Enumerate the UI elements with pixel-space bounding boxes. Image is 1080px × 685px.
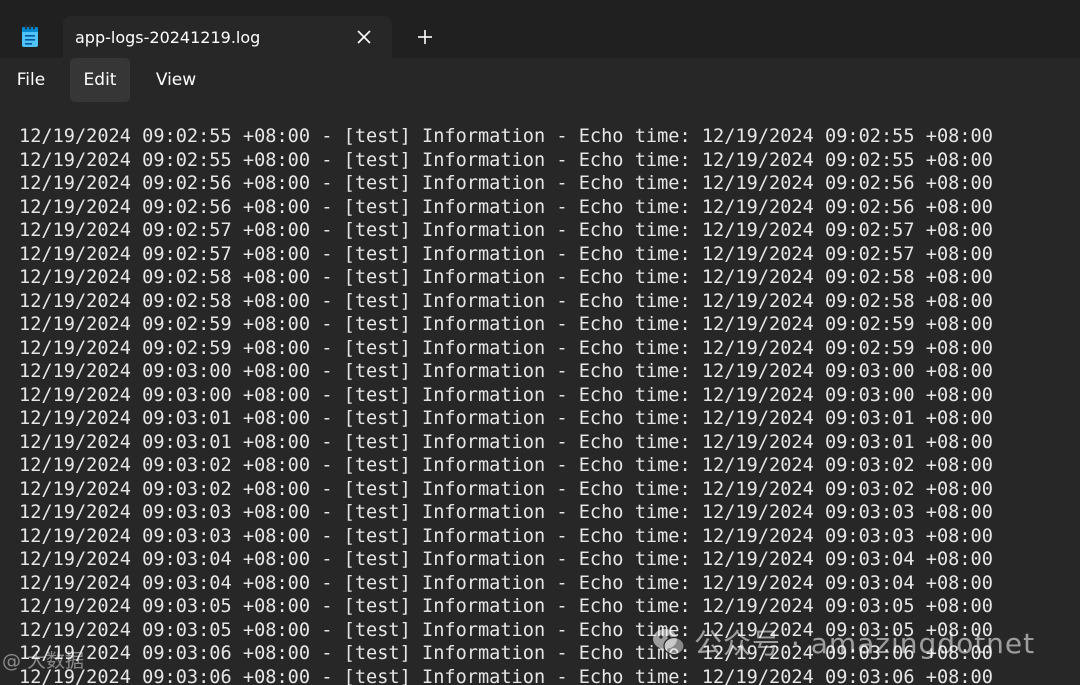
plus-icon[interactable] (414, 26, 436, 48)
log-line: 12/19/2024 09:03:04 +08:00 - [test] Info… (19, 549, 993, 570)
log-line: 12/19/2024 09:03:05 +08:00 - [test] Info… (19, 619, 993, 641)
log-line: 12/19/2024 09:02:59 +08:00 - [test] Info… (19, 314, 993, 335)
log-line: 12/19/2024 09:02:55 +08:00 - [test] Info… (19, 149, 993, 171)
log-line: 12/19/2024 09:03:03 +08:00 - [test] Info… (19, 525, 993, 547)
log-lines: 12/19/2024 09:02:55 +08:00 - [test] Info… (19, 125, 993, 685)
log-line: 12/19/2024 09:02:59 +08:00 - [test] Info… (19, 337, 993, 359)
menu-view[interactable]: View (144, 58, 208, 102)
text-editor[interactable]: 12/19/2024 09:02:55 +08:00 - [test] Info… (0, 104, 1080, 685)
log-line: 12/19/2024 09:03:04 +08:00 - [test] Info… (19, 572, 993, 594)
log-line: 12/19/2024 09:03:00 +08:00 - [test] Info… (19, 361, 993, 382)
log-line: 12/19/2024 09:03:06 +08:00 - [test] Info… (19, 666, 993, 685)
menu-bar: File Edit View (0, 58, 1080, 104)
tab-title: app-logs-20241219.log (75, 28, 261, 47)
log-line: 12/19/2024 09:02:57 +08:00 - [test] Info… (19, 243, 993, 265)
log-line: 12/19/2024 09:02:58 +08:00 - [test] Info… (19, 290, 993, 312)
log-line: 12/19/2024 09:02:58 +08:00 - [test] Info… (19, 267, 993, 288)
log-line: 12/19/2024 09:03:01 +08:00 - [test] Info… (19, 431, 993, 453)
log-line: 12/19/2024 09:02:56 +08:00 - [test] Info… (19, 173, 993, 194)
close-icon[interactable] (353, 26, 375, 48)
menu-file[interactable]: File (8, 58, 54, 102)
title-bar: app-logs-20241219.log (0, 0, 1080, 58)
menu-edit[interactable]: Edit (70, 58, 130, 102)
log-line: 12/19/2024 09:03:00 +08:00 - [test] Info… (19, 384, 993, 406)
log-line: 12/19/2024 09:03:02 +08:00 - [test] Info… (19, 455, 993, 476)
log-line: 12/19/2024 09:03:06 +08:00 - [test] Info… (19, 643, 993, 664)
log-line: 12/19/2024 09:02:56 +08:00 - [test] Info… (19, 196, 993, 218)
tab-app-logs[interactable]: app-logs-20241219.log (63, 16, 392, 58)
log-line: 12/19/2024 09:02:57 +08:00 - [test] Info… (19, 220, 993, 241)
log-line: 12/19/2024 09:03:02 +08:00 - [test] Info… (19, 478, 993, 500)
log-line: 12/19/2024 09:03:03 +08:00 - [test] Info… (19, 502, 993, 523)
notepad-icon (22, 24, 38, 47)
log-line: 12/19/2024 09:03:01 +08:00 - [test] Info… (19, 408, 993, 429)
log-line: 12/19/2024 09:02:55 +08:00 - [test] Info… (19, 126, 993, 147)
log-line: 12/19/2024 09:03:05 +08:00 - [test] Info… (19, 596, 993, 617)
notepad-window: app-logs-20241219.log File Edit View 12/… (0, 0, 1080, 685)
